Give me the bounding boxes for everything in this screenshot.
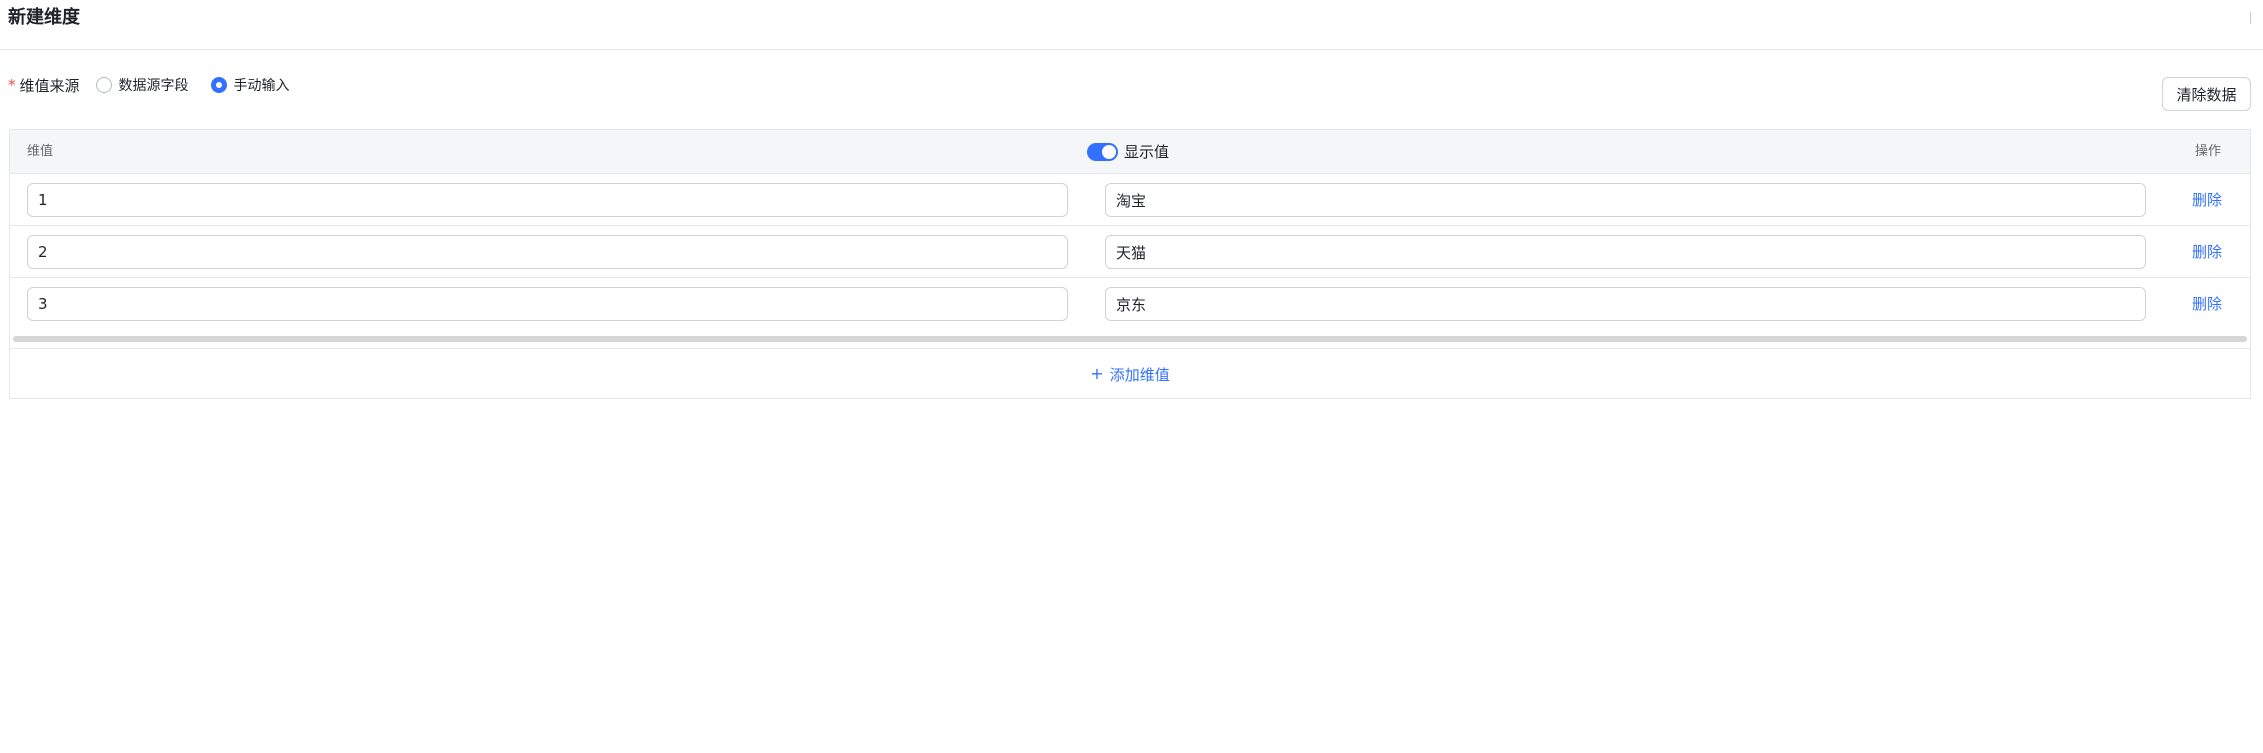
column-header-display: 显示值 xyxy=(1087,141,1169,162)
column-header-display-label: 显示值 xyxy=(1124,143,1170,161)
value-input[interactable] xyxy=(27,183,1068,217)
radio-manual-input-label: 手动输入 xyxy=(233,78,290,94)
delete-row-button[interactable]: 删除 xyxy=(2192,190,2222,210)
value-source-label: 维值来源 xyxy=(19,76,80,95)
page-header: 新建维度 xyxy=(0,0,2263,50)
display-value-input[interactable] xyxy=(1105,183,2146,217)
value-input[interactable] xyxy=(27,235,1068,269)
clear-data-button[interactable]: 清除数据 xyxy=(2162,77,2251,111)
add-value-row: + 添加维值 xyxy=(10,348,2250,399)
radio-datasource-field-label: 数据源字段 xyxy=(118,78,189,94)
add-value-label: 添加维值 xyxy=(1109,365,1170,384)
display-value-input[interactable] xyxy=(1105,287,2146,321)
display-value-toggle[interactable] xyxy=(1087,142,1118,161)
table-row: 删除 xyxy=(10,226,2250,278)
radio-unchecked-icon[interactable] xyxy=(95,77,112,93)
scrollbar-thumb[interactable] xyxy=(13,336,2247,342)
radio-manual-input[interactable]: 手动输入 xyxy=(210,75,290,95)
page-title: 新建维度 xyxy=(8,7,80,28)
value-source-row: * 维值来源 数据源字段 手动输入 xyxy=(8,74,312,96)
radio-checked-icon[interactable] xyxy=(210,77,227,93)
add-value-button[interactable]: + 添加维值 xyxy=(1090,364,1169,385)
dimension-values-table: 维值 显示值 操作 删除 删除 删除 + 添加维值 xyxy=(9,129,2251,399)
table-row: 删除 xyxy=(10,278,2250,330)
delete-row-button[interactable]: 删除 xyxy=(2192,294,2222,314)
horizontal-scrollbar[interactable] xyxy=(13,335,2247,343)
plus-icon: + xyxy=(1090,364,1104,383)
display-value-input[interactable] xyxy=(1105,235,2146,269)
required-mark: * xyxy=(8,76,16,94)
table-row: 删除 xyxy=(10,174,2250,226)
delete-row-button[interactable]: 删除 xyxy=(2192,242,2222,262)
radio-datasource-field[interactable]: 数据源字段 xyxy=(95,75,189,95)
column-header-operation: 操作 xyxy=(2194,144,2221,159)
header-divider xyxy=(2250,12,2251,24)
value-input[interactable] xyxy=(27,287,1068,321)
column-header-value: 维值 xyxy=(27,144,54,159)
table-header: 维值 显示值 操作 xyxy=(10,130,2250,174)
